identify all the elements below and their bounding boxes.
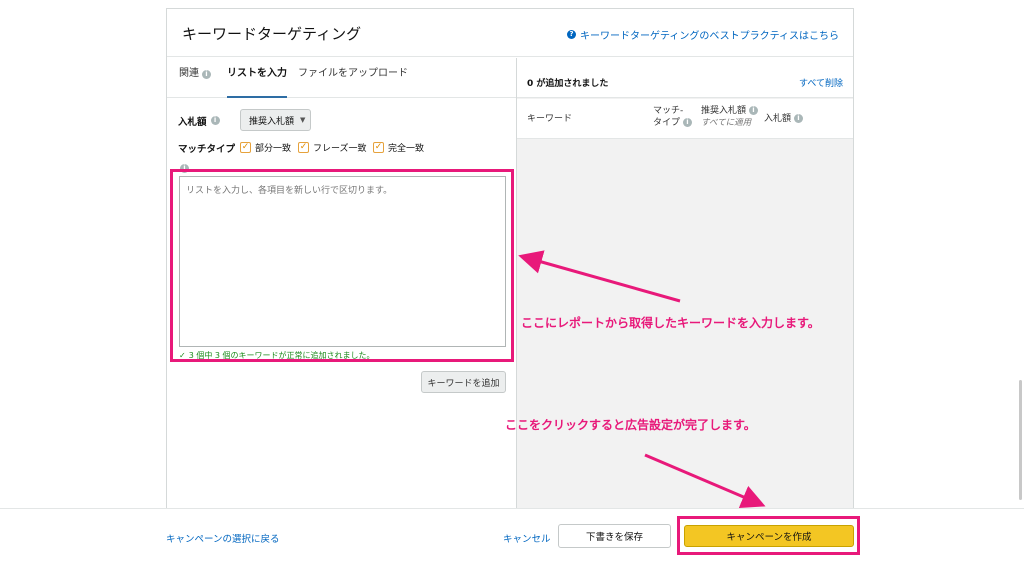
- tab-upload-file-label: ファイルをアップロード: [298, 68, 408, 79]
- col-bid: 入札額 i: [764, 113, 803, 125]
- check-icon: ✓: [298, 142, 309, 153]
- check-icon: ✓: [373, 142, 384, 153]
- added-count: 0 が追加されました: [527, 79, 609, 89]
- check-icon: ✓: [179, 351, 186, 360]
- footer-bar: キャンペーンの選択に戻る キャンセル 下書きを保存 キャンペーンを作成: [0, 508, 1024, 563]
- scrollbar[interactable]: [1019, 380, 1022, 500]
- check-icon: ✓: [240, 142, 251, 153]
- tab-related[interactable]: 関連 i: [179, 58, 211, 98]
- checkbox-phrase[interactable]: ✓ フレーズ一致: [298, 141, 367, 154]
- help-icon: ?: [567, 30, 576, 39]
- keyword-list-input[interactable]: [179, 176, 506, 347]
- annotation-create-note: ここをクリックすると広告設定が完了します。: [505, 418, 756, 432]
- checkbox-exact-label: 完全一致: [388, 144, 425, 154]
- bid-label: 入札額 i: [178, 114, 220, 128]
- col-suggested-bid: 推奨入札額 i すべてに適用: [701, 105, 758, 129]
- info-icon[interactable]: i: [202, 70, 211, 79]
- bid-select-value: 推奨入札額: [249, 116, 295, 127]
- campaign-editor: キーワードターゲティング ? キーワードターゲティングのベストプラクティスはこち…: [0, 0, 1024, 563]
- bid-select[interactable]: 推奨入札額 ▼: [240, 109, 311, 131]
- best-practices-link[interactable]: ? キーワードターゲティングのベストプラクティスはこちら: [567, 27, 839, 42]
- tab-upload-file[interactable]: ファイルをアップロード: [298, 58, 408, 98]
- added-keywords-columns: キーワード マッチ- タイプ i 推奨入札額 i すべてに適用 入札額 i: [517, 99, 853, 139]
- col-suggested-bid-label: 推奨入札額: [701, 106, 747, 116]
- info-icon[interactable]: i: [793, 114, 803, 123]
- col-bid-label: 入札額: [764, 114, 792, 124]
- tab-enter-list[interactable]: リストを入力: [227, 58, 287, 98]
- annotation-input-note: ここにレポートから取得したキーワードを入力します。: [521, 316, 820, 330]
- bid-label-text: 入札額: [178, 117, 207, 128]
- added-keywords-header: 0 が追加されました すべて削除: [517, 58, 853, 98]
- info-icon[interactable]: i: [748, 106, 758, 115]
- info-icon[interactable]: i: [682, 118, 692, 127]
- keyword-entry-column: 関連 i リストを入力 ファイルをアップロード 入札額 i 推奨入札額 ▼ マッ…: [167, 58, 516, 509]
- success-message: ✓ 3 個中 3 個のキーワードが正常に追加されました。: [179, 350, 375, 361]
- page-title: キーワードターゲティング: [182, 25, 362, 43]
- col-keyword: キーワード: [527, 114, 573, 124]
- tab-related-label: 関連: [179, 68, 199, 79]
- col-match-type: マッチ- タイプ i: [653, 105, 692, 129]
- apply-all-link[interactable]: すべてに適用: [701, 117, 758, 129]
- keyword-targeting-panel: キーワードターゲティング ? キーワードターゲティングのベストプラクティスはこち…: [166, 8, 854, 509]
- best-practices-link-label: キーワードターゲティングのベストプラクティスはこちら: [580, 31, 839, 42]
- match-type-label: マッチタイプ: [178, 144, 236, 155]
- checkbox-broad[interactable]: ✓ 部分一致: [240, 141, 291, 154]
- annotation-highlight-create: キャンペーンを作成: [677, 516, 860, 555]
- checkbox-phrase-label: フレーズ一致: [313, 144, 367, 154]
- save-draft-button[interactable]: 下書きを保存: [558, 524, 671, 548]
- added-keywords-column: 0 が追加されました すべて削除 キーワード マッチ- タイプ i 推奨入札額 …: [516, 58, 853, 509]
- col-match-type-line2: タイプ: [653, 118, 681, 128]
- success-message-text: 3 個中 3 個のキーワードが正常に追加されました。: [188, 351, 375, 360]
- add-keyword-button[interactable]: キーワードを追加: [421, 371, 506, 393]
- checkbox-broad-label: 部分一致: [255, 144, 292, 154]
- checkbox-exact[interactable]: ✓ 完全一致: [373, 141, 424, 154]
- panel-header: キーワードターゲティング ? キーワードターゲティングのベストプラクティスはこち…: [167, 9, 853, 57]
- cancel-link[interactable]: キャンセル: [503, 531, 551, 545]
- chevron-down-icon: ▼: [300, 116, 306, 124]
- tab-enter-list-label: リストを入力: [227, 68, 287, 79]
- clear-all-link[interactable]: すべて削除: [799, 76, 843, 89]
- col-match-type-line1: マッチ-: [653, 106, 684, 116]
- keyword-tabs: 関連 i リストを入力 ファイルをアップロード: [167, 58, 516, 98]
- annotation-highlight-input: ✓ 3 個中 3 個のキーワードが正常に追加されました。: [170, 169, 514, 362]
- create-campaign-button[interactable]: キャンペーンを作成: [684, 525, 854, 547]
- back-to-campaign-link[interactable]: キャンペーンの選択に戻る: [166, 531, 280, 545]
- info-icon[interactable]: i: [210, 116, 220, 125]
